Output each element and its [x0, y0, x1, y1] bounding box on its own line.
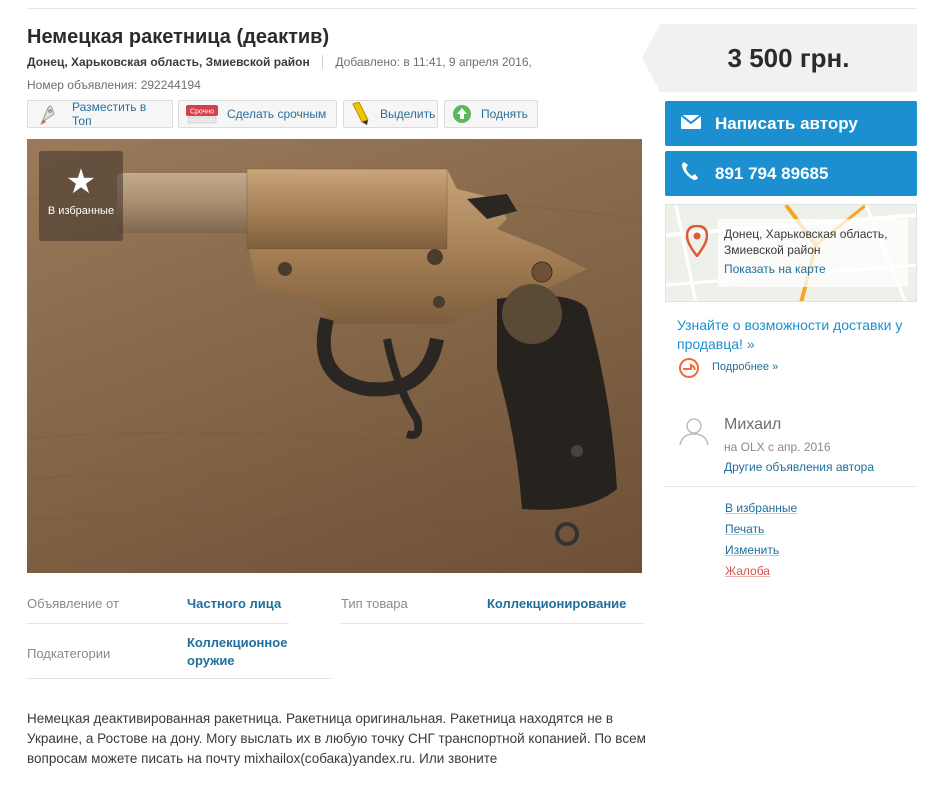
- delivery-truck-icon: [677, 358, 701, 378]
- detail-key: Подкатегории: [27, 646, 111, 661]
- listing-photo[interactable]: ★ В избранные: [27, 139, 642, 573]
- urgent-tag-icon: Срочно: [185, 102, 219, 126]
- phone-number: 891 794 89685: [715, 163, 829, 183]
- detail-divider: [341, 623, 643, 624]
- delivery-more-link[interactable]: Подробнее »: [712, 361, 778, 373]
- detail-value[interactable]: Коллекционирование: [487, 596, 626, 611]
- favorites-overlay-label: В избранные: [47, 205, 115, 217]
- page-title: Немецкая ракетница (деактив): [27, 26, 330, 48]
- raise-icon: [451, 102, 473, 126]
- ad-number: Номер объявления: 292244194: [27, 78, 201, 92]
- price-box: 3 500 грн.: [642, 24, 917, 92]
- location-map[interactable]: Донец, Харьковская область, Змиевской ра…: [665, 204, 917, 302]
- rocket-icon: [34, 102, 64, 126]
- map-pin-icon: [685, 224, 709, 262]
- star-icon: ★: [65, 163, 97, 201]
- edit-link[interactable]: Изменить: [725, 543, 779, 557]
- place-top-label: Разместить в Топ: [72, 100, 147, 128]
- top-divider: [27, 8, 917, 9]
- meta-separator: [322, 55, 324, 69]
- message-author-button[interactable]: Написать автору: [665, 101, 917, 146]
- show-on-map-link[interactable]: Показать на карте: [724, 262, 826, 276]
- highlight-label: Выделить: [380, 107, 436, 121]
- phone-icon: [681, 161, 701, 186]
- add-to-favorites-link[interactable]: В избранные: [725, 501, 797, 515]
- ad-meta: Донец, Харьковская область, Змиевской ра…: [27, 55, 532, 69]
- marker-icon: [350, 101, 372, 126]
- raise-button[interactable]: Поднять: [444, 100, 538, 128]
- make-urgent-button[interactable]: Срочно Сделать срочным: [178, 100, 337, 128]
- detail-divider: [27, 623, 289, 624]
- envelope-icon: [680, 113, 702, 134]
- price-value: 3 500 грн.: [727, 42, 850, 73]
- user-avatar-icon: [677, 414, 711, 453]
- place-top-button[interactable]: Разместить в Топ: [27, 100, 173, 128]
- delivery-info-link[interactable]: Узнайте о возможности доставки у продавц…: [677, 316, 907, 354]
- seller-since: на OLX с апр. 2016: [724, 440, 831, 454]
- report-link[interactable]: Жалоба: [725, 564, 770, 578]
- add-to-favorites-overlay[interactable]: ★ В избранные: [39, 151, 123, 241]
- ad-added-date: Добавлено: в 11:41, 9 апреля 2016,: [335, 55, 532, 69]
- seller-other-ads-link[interactable]: Другие объявления автора: [724, 460, 874, 474]
- show-phone-button[interactable]: 891 794 89685: [665, 151, 917, 196]
- seller-name: Михаил: [724, 416, 782, 433]
- seller-divider: [665, 486, 917, 487]
- print-link[interactable]: Печать: [725, 522, 764, 536]
- message-author-label: Написать автору: [715, 113, 858, 133]
- make-urgent-label: Сделать срочным: [227, 107, 327, 121]
- detail-key: Объявление от: [27, 596, 119, 611]
- detail-divider: [27, 678, 331, 679]
- map-address: Донец, Харьковская область, Змиевской ра…: [724, 227, 888, 257]
- ad-description: Немецкая деактивированная ракетница. Рак…: [27, 711, 646, 766]
- urgent-tag-text: Срочно: [190, 109, 214, 116]
- detail-value[interactable]: Частного лица: [187, 596, 281, 611]
- highlight-button[interactable]: Выделить: [343, 100, 438, 128]
- detail-key: Тип товара: [341, 596, 408, 611]
- detail-value[interactable]: Коллекционное оружие: [187, 634, 317, 670]
- raise-label: Поднять: [481, 107, 528, 121]
- ad-location[interactable]: Донец, Харьковская область, Змиевской ра…: [27, 55, 310, 69]
